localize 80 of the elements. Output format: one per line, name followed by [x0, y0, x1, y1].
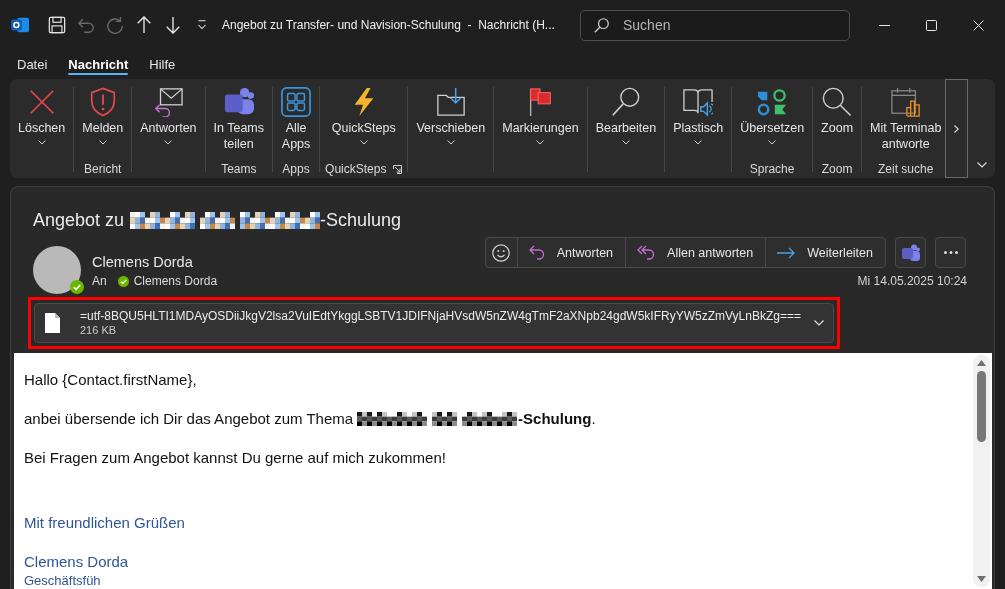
group-label: QuickSteps	[325, 162, 387, 176]
close-icon[interactable]	[973, 19, 984, 31]
scrollbar-thumb[interactable]	[977, 371, 986, 442]
attachment-size: 216 KB	[80, 323, 118, 337]
menu-tab[interactable]: Datei	[17, 50, 48, 79]
chevron-down-icon[interactable]	[813, 320, 824, 326]
signature-closing: Mit freundlichen Grüßen	[24, 513, 185, 533]
zoom-button[interactable]: Zoom	[818, 79, 857, 136]
menu-tab[interactable]: Nachricht	[68, 50, 129, 79]
maximize-icon[interactable]	[926, 19, 937, 31]
search-field[interactable]: Suchen	[580, 9, 850, 41]
body-text: Hallo {Contact.firstName},	[24, 370, 197, 390]
forward-button[interactable]: Weiterleiten	[765, 238, 885, 267]
move-button[interactable]: Verschieben	[413, 79, 489, 145]
respond-button[interactable]: Antworten	[137, 79, 200, 145]
sent-date: Mi 14.05.2025 10:24	[857, 273, 967, 289]
body-text: Bei Fragen zum Angebot kannst Du gerne auf mich zukommen!	[24, 448, 446, 468]
delete-button[interactable]: Löschen	[15, 79, 69, 145]
mail-app-icon	[11, 16, 29, 34]
flags-button[interactable]: Markierungen	[499, 79, 582, 145]
scroll-up-icon[interactable]	[977, 360, 986, 366]
subject-text: Angebot zu	[33, 209, 125, 232]
group-label: Zoom	[821, 162, 853, 176]
envelope-reply-icon	[153, 87, 184, 117]
people-tile-icon	[901, 244, 920, 261]
group-label: Zeit suche	[878, 162, 934, 176]
window-title: Angebot zu Transfer- und Navision-Schulung - Nachricht (H...	[222, 18, 556, 32]
signature-name: Clemens Dorda	[24, 552, 129, 572]
quicksteps-button[interactable]: QuickSteps	[328, 79, 399, 145]
reply-all-arrow-icon	[637, 245, 656, 260]
scroll-down-icon[interactable]	[977, 576, 986, 582]
apps-grid-icon	[281, 87, 312, 117]
folder-arrow-icon	[435, 87, 466, 117]
save-icon[interactable]	[48, 16, 66, 34]
reply-all-button[interactable]: Allen antworten	[625, 238, 766, 267]
arrow-down-icon[interactable]	[164, 16, 182, 34]
subject-text: -Schulung	[320, 209, 402, 232]
avatar	[33, 246, 81, 294]
translate-button[interactable]: Übersetzen	[737, 79, 808, 145]
signature-title: Geschäftsfüh	[24, 572, 101, 589]
ribbon-scroll-button[interactable]	[945, 79, 968, 178]
to-label: An	[92, 273, 107, 289]
menu-tab[interactable]: Hilfe	[149, 50, 176, 79]
reply-arrow-icon	[528, 245, 545, 260]
group-label: Bericht	[84, 162, 122, 176]
share-to-teams-button[interactable]	[895, 237, 926, 268]
chevron-right-icon	[954, 124, 959, 133]
translate-icon	[757, 87, 788, 117]
sender-name[interactable]: Clemens Dorda	[92, 253, 218, 271]
more-icon	[943, 251, 958, 254]
more-button[interactable]	[935, 237, 966, 268]
immersive-reader-button[interactable]: Plastisch	[670, 79, 727, 145]
reply-with-meeting-poll-button[interactable]: Mit Terminab antworte	[867, 79, 945, 152]
group-label: Sprache	[749, 162, 795, 176]
arrow-right-icon	[777, 246, 796, 259]
chevron-down-icon[interactable]	[976, 162, 987, 168]
calendar-chart-icon	[890, 87, 921, 117]
search-icon	[610, 87, 641, 117]
group-label: Teams	[221, 162, 257, 176]
recipient-name[interactable]: Clemens Dorda	[133, 273, 218, 289]
customize-caret-icon[interactable]	[195, 18, 209, 32]
attachment-card[interactable]: =utf-8BQU5HLTI1MDAyOSDiiJkgV2lsa2VuIEdtYkggLSBTV1JDIFNjaHVsdW5nZW4gTmF2aXNpb24gdW5kIFRyYW5zZmVyLnBkZg=== 216 KB	[34, 303, 834, 343]
attachment-name: =utf-8BQU5HLTI1MDAyOSDiiJkgV2lsa2VuIEdtYkggLSBTV1JDIFNjaHVsdW5nZW4gTmF2aXNpb24gdW5kIFRyYW5zZmVyLnBkZg===	[80, 309, 801, 323]
reply-button[interactable]: Antworten	[516, 238, 626, 267]
zoom-icon	[822, 87, 853, 117]
report-button[interactable]: Melden	[79, 79, 127, 145]
search-icon	[594, 17, 609, 33]
body-text: -Schulung.	[518, 409, 596, 429]
share-to-teams-button[interactable]: In Teams teilen	[210, 79, 268, 152]
group-label: Apps	[282, 162, 310, 176]
arrow-up-icon[interactable]	[135, 16, 153, 34]
book-speaker-icon	[683, 87, 714, 117]
people-tile-icon	[223, 87, 254, 117]
file-icon	[45, 313, 60, 333]
scrollbar[interactable]	[973, 355, 990, 587]
smiley-icon	[492, 243, 511, 262]
body-text: anbei übersende ich Dir das Angebot zum Thema	[24, 409, 354, 429]
all-apps-button[interactable]: Alle Apps	[278, 79, 315, 152]
edit-button[interactable]: Bearbeiten	[592, 79, 660, 145]
dialog-launcher-icon[interactable]	[393, 164, 403, 174]
